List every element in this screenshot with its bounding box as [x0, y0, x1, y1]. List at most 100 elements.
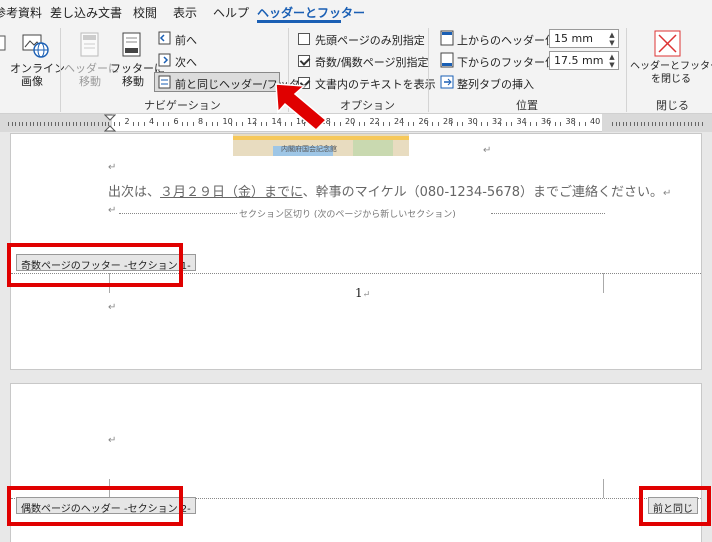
ruler-tick: [187, 122, 188, 126]
ruler-tick: [684, 122, 685, 126]
ruler-tick: [462, 122, 463, 126]
ruler-tick: [132, 122, 134, 126]
tab-header-footer[interactable]: ヘッダーとフッター: [257, 4, 365, 21]
body-sentence[interactable]: 出次は、３月２９日（金）までに、幹事のマイケル（080-1234-5678）まで…: [108, 181, 671, 200]
section-break-line: [491, 213, 605, 214]
ruler-tick: [260, 122, 262, 126]
goto-header-button[interactable]: ヘッダーに 移動: [64, 62, 119, 88]
paragraph-mark: ↵: [108, 162, 117, 173]
previous-icon: [158, 31, 172, 48]
align-tab-icon: [440, 75, 454, 92]
ruler-tick: [560, 122, 561, 126]
ruler-tick: [437, 122, 439, 126]
tab-references[interactable]: 参考資料: [0, 4, 42, 21]
ruler-number: 6: [173, 117, 179, 126]
horizontal-ruler[interactable]: 2 4 6 8 10 12 14 16 18 20 22 24 26 28 30 32 34 36 38 40: [0, 114, 712, 132]
ruler-tick: [573, 122, 575, 126]
ruler-tick: [266, 122, 267, 126]
odd-even-different-checkbox[interactable]: [298, 55, 310, 67]
ruler-tick: [383, 122, 384, 126]
ribbon: オンライン 画像 ヘッダーに 移動 フッターに 移動 前へ 次へ 前と同じヘッダ…: [0, 24, 712, 114]
options-group-label: オプション: [340, 99, 395, 112]
goto-header-icon: [80, 32, 100, 61]
ruler-tick: [579, 122, 580, 126]
ruler-tick: [65, 122, 67, 126]
header-position-input[interactable]: 15 mm ▲ ▼: [549, 29, 619, 48]
ruler-tick: [83, 122, 85, 126]
ribbon-separator: [626, 28, 627, 112]
margin-corner-mark: [603, 273, 623, 293]
ruler-tick: [54, 122, 56, 126]
ruler-tick: [612, 122, 613, 126]
show-document-text-label: 文書内のテキストを表示: [315, 78, 436, 91]
tab-view[interactable]: 表示: [173, 4, 197, 21]
sentence-suffix: 、幹事のマイケル（080-1234-5678）までご連絡ください。: [302, 185, 664, 200]
online-image-button[interactable]: オンライン 画像: [10, 62, 65, 88]
ruler-tick: [698, 122, 700, 126]
tab-help[interactable]: ヘルプ: [213, 4, 249, 21]
highlight-box: [639, 486, 711, 526]
online-image-icon[interactable]: [22, 32, 50, 63]
indent-marker-icon[interactable]: [103, 114, 117, 135]
header-position-spinner[interactable]: ▲ ▼: [608, 31, 616, 47]
ruler-tick: [72, 122, 74, 126]
ruler-tick: [622, 122, 624, 126]
active-tab-indicator: [257, 20, 341, 23]
header-position-icon: [440, 30, 454, 49]
ruler-number: 8: [198, 117, 204, 126]
ruler-number: 2: [124, 117, 130, 126]
ruler-tick: [413, 122, 414, 126]
ruler-tick: [500, 122, 501, 126]
ruler-tick: [26, 122, 27, 126]
ruler-tick: [22, 122, 24, 126]
ruler-tick: [676, 122, 678, 126]
ruler-tick: [687, 122, 689, 126]
ruler-tick: [432, 122, 433, 126]
close-group-label: 閉じる: [656, 99, 689, 112]
ruler-tick: [29, 122, 31, 126]
ruler-tick: [554, 122, 556, 126]
image-icon: [0, 34, 8, 57]
ruler-tick: [58, 122, 60, 126]
ruler-tick: [94, 122, 96, 126]
ruler-tick: [90, 122, 92, 126]
page-number[interactable]: 1↵: [355, 286, 370, 300]
page-number-value: 1: [355, 286, 363, 300]
ruler-tick: [626, 122, 628, 126]
paragraph-mark: ↵: [108, 205, 117, 216]
ruler-tick: [377, 122, 379, 126]
ruler-tick: [51, 122, 53, 126]
ruler-tick: [680, 122, 682, 126]
ruler-tick: [11, 122, 13, 126]
close-icon[interactable]: [654, 30, 682, 61]
map-label: 内閣府国会記念館: [281, 145, 337, 153]
footer-position-input[interactable]: 17.5 mm ▲ ▼: [549, 51, 619, 70]
ruler-tick: [549, 122, 550, 126]
ruler-tick: [162, 122, 164, 126]
ruler-tick: [615, 122, 617, 126]
ruler-tick: [192, 122, 194, 126]
ruler-tick: [217, 122, 218, 126]
insert-align-tab-button[interactable]: 整列タブの挿入: [457, 76, 534, 92]
ruler-tick: [658, 122, 660, 126]
previous-button[interactable]: 前へ: [175, 32, 197, 48]
section-break-line: [119, 213, 237, 214]
ruler-tick: [157, 122, 158, 126]
ruler-tick: [633, 122, 635, 126]
ruler-tick: [475, 122, 477, 126]
tab-review[interactable]: 校閲: [133, 4, 157, 21]
tab-mailings[interactable]: 差し込み文書: [50, 4, 122, 21]
footer-position-spinner[interactable]: ▲ ▼: [608, 53, 616, 69]
ruler-tick: [69, 122, 71, 126]
ruler-tick: [364, 122, 365, 126]
ruler-tick: [236, 122, 237, 126]
ruler-tick: [524, 122, 526, 126]
ruler-tick: [44, 122, 45, 126]
ruler-tick: [119, 122, 120, 126]
first-page-different-checkbox[interactable]: [298, 33, 310, 45]
ruler-tick: [640, 122, 642, 126]
ruler-tick: [334, 122, 335, 126]
link-button-focus: [150, 68, 284, 96]
highlight-box: [7, 486, 183, 526]
close-header-footer-button[interactable]: ヘッダーとフッター を閉じる: [630, 60, 712, 86]
